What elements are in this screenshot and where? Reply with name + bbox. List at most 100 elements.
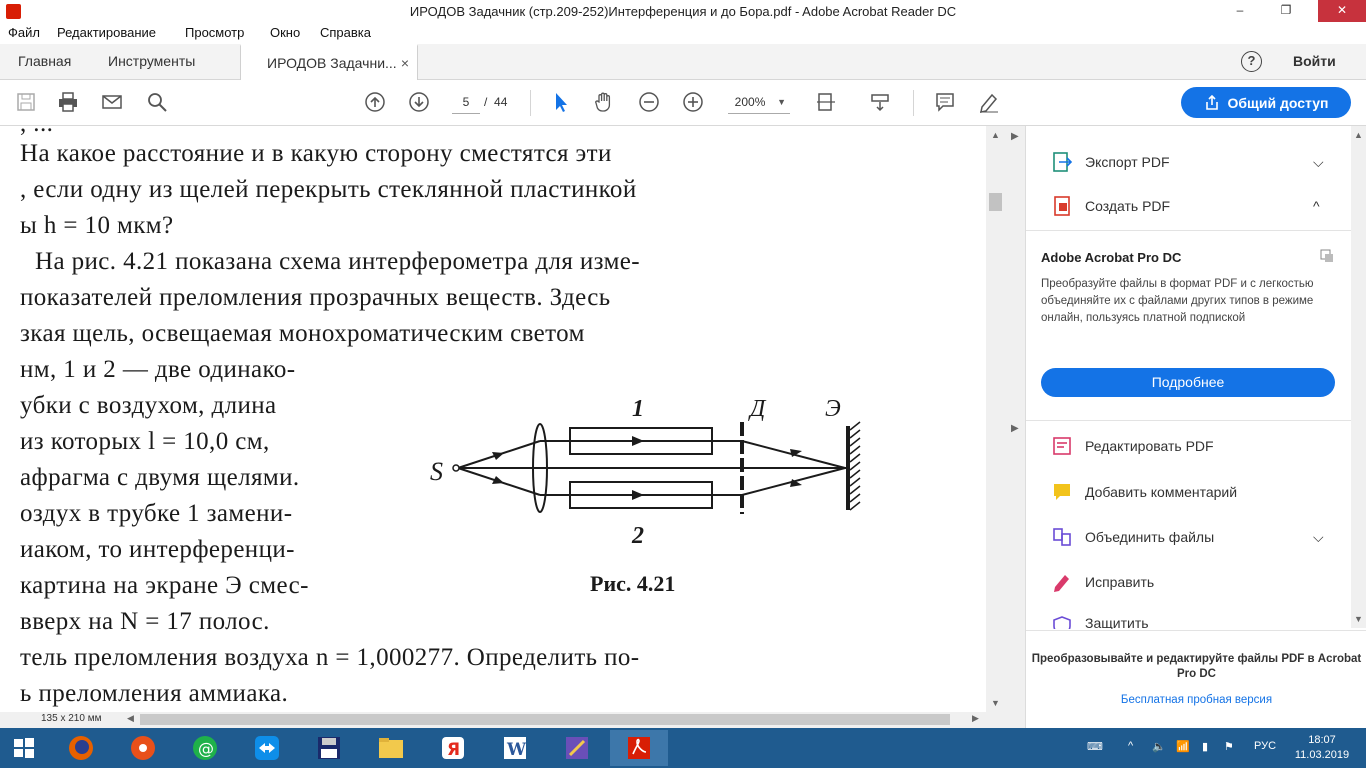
taskbar-teamviewer[interactable] <box>238 730 296 766</box>
panel-toggle-column: ▶ ▶ <box>1005 126 1025 728</box>
share-icon <box>1205 94 1218 110</box>
scroll-left-icon[interactable]: ◀ <box>127 713 134 724</box>
tab-close-icon[interactable]: × <box>401 46 409 80</box>
panel-edit-pdf[interactable]: Редактировать PDF <box>1051 433 1214 459</box>
taskbar-word[interactable]: W <box>486 730 544 766</box>
panel-combine-files[interactable]: Объединить файлы ⌵ <box>1051 524 1324 550</box>
login-button[interactable]: Войти <box>1293 53 1336 69</box>
help-icon[interactable]: ? <box>1241 51 1262 72</box>
sign-icon[interactable] <box>975 88 1003 116</box>
text-line: оздух в трубке 1 замени- <box>20 500 293 527</box>
scroll-down-icon[interactable]: ▼ <box>989 698 1002 708</box>
minimize-button[interactable]: – <box>1224 0 1256 22</box>
hand-icon[interactable] <box>590 88 618 116</box>
share-button[interactable]: Общий доступ <box>1181 87 1351 118</box>
close-button[interactable]: ✕ <box>1318 0 1366 22</box>
maximize-button[interactable]: ❐ <box>1256 0 1316 22</box>
language-indicator[interactable]: РУС <box>1254 740 1276 752</box>
tray-arrow-icon[interactable]: ^ <box>1128 740 1133 752</box>
select-cursor-icon[interactable] <box>547 88 575 116</box>
clock[interactable]: 18:07 11.03.2019 <box>1292 733 1352 763</box>
text-line: , если одну из щелей перекрыть стеклянно… <box>20 176 637 203</box>
taskbar-save[interactable] <box>300 730 358 766</box>
scroll-thumb-horizontal[interactable] <box>140 714 950 725</box>
panel-fix[interactable]: Исправить <box>1051 569 1154 595</box>
chevron-up-icon[interactable]: ^ <box>1313 198 1320 214</box>
svg-text:W: W <box>506 740 527 760</box>
taskbar-app[interactable] <box>114 730 172 766</box>
figure-label-screen: Э <box>825 396 841 422</box>
scroll-up-icon[interactable]: ▲ <box>989 130 1002 140</box>
page-down-icon[interactable] <box>405 88 433 116</box>
folder-icon <box>379 738 403 758</box>
scroll-right-icon[interactable]: ▶ <box>972 713 979 724</box>
menu-view[interactable]: Просмотр <box>185 25 244 40</box>
menu-file[interactable]: Файл <box>8 25 40 40</box>
panel-create-pdf[interactable]: Создать PDF ^ <box>1051 193 1320 219</box>
page-number-input[interactable]: 5 <box>452 90 480 114</box>
panel-add-comment[interactable]: Добавить комментарий <box>1051 479 1237 505</box>
fit-page-icon[interactable] <box>812 88 840 116</box>
text-line: На какое расстояние и в какую сторону см… <box>20 140 612 167</box>
svg-text:@: @ <box>198 739 214 758</box>
text-line: На рис. 4.21 показана схема интерферомет… <box>35 248 641 275</box>
document-view[interactable]: , ... На какое расстояние и в какую стор… <box>0 126 1005 712</box>
shield-icon <box>1053 616 1071 629</box>
taskbar-mail[interactable]: @ <box>176 730 234 766</box>
taskbar-acrobat[interactable] <box>610 730 668 766</box>
print-icon[interactable] <box>54 88 82 116</box>
zoom-out-icon[interactable] <box>635 88 663 116</box>
scroll-down-icon[interactable]: ▼ <box>1354 614 1363 624</box>
read-mode-icon[interactable] <box>866 88 894 116</box>
scroll-thumb[interactable] <box>989 193 1002 211</box>
tools-panel: Экспорт PDF ⌵ Создать PDF ^ Adobe Acroba… <box>1025 126 1366 728</box>
free-trial-link[interactable]: Бесплатная пробная версия <box>1026 694 1366 706</box>
chevron-down-icon: ▼ <box>777 97 786 107</box>
horizontal-scrollbar[interactable]: 135 x 210 мм ◀ ▶ <box>0 712 1005 728</box>
tab-document-label: ИРОДОВ Задачни... <box>267 55 397 71</box>
page-size-label: 135 x 210 мм <box>41 713 102 724</box>
panel-scrollbar[interactable]: ▲ ▼ <box>1351 126 1366 628</box>
collapse-arrow-icon[interactable]: ▶ <box>1011 131 1019 142</box>
panel-export-pdf[interactable]: Экспорт PDF ⌵ <box>1051 149 1324 175</box>
network-icon[interactable]: 📶 <box>1176 740 1190 753</box>
panel-protect[interactable]: Защитить <box>1051 615 1149 629</box>
scroll-up-icon[interactable]: ▲ <box>1354 130 1363 140</box>
battery-icon[interactable]: ▮ <box>1202 740 1208 753</box>
title-bar: ИРОДОВ Задачник (стр.209-252)Интерференц… <box>0 0 1366 24</box>
taskbar-explorer[interactable] <box>362 730 420 766</box>
toolbar <box>0 80 1366 126</box>
menu-edit[interactable]: Редактирование <box>57 25 156 40</box>
edit-pdf-icon <box>1053 437 1071 455</box>
search-icon[interactable] <box>143 88 171 116</box>
figure-caption: Рис. 4.21 <box>590 571 675 596</box>
text-line: из которых l = 10,0 см, <box>20 428 270 455</box>
text-line: картина на экране Э смес- <box>20 572 309 599</box>
comment-icon[interactable] <box>931 88 959 116</box>
save-icon[interactable] <box>12 88 40 116</box>
start-button[interactable] <box>0 730 48 766</box>
zoom-in-icon[interactable] <box>679 88 707 116</box>
taskbar-firefox[interactable] <box>52 730 110 766</box>
vertical-scrollbar[interactable]: ▲ ▼ <box>986 126 1005 712</box>
notification-icon[interactable]: ⚑ <box>1224 740 1234 753</box>
taskbar-pen-app[interactable] <box>548 730 606 766</box>
zoom-select[interactable]: 200% ▼ <box>728 90 790 114</box>
app-icon <box>131 736 155 760</box>
teamviewer-icon <box>255 736 279 760</box>
volume-icon[interactable]: 🔈 <box>1152 740 1166 753</box>
collapse-arrow-icon[interactable]: ▶ <box>1011 423 1019 434</box>
email-icon[interactable] <box>98 88 126 116</box>
menu-window[interactable]: Окно <box>270 25 300 40</box>
page-up-icon[interactable] <box>361 88 389 116</box>
text-line: , ... <box>20 126 53 138</box>
keyboard-icon[interactable]: ⌨ <box>1087 740 1103 753</box>
tab-tools[interactable]: Инструменты <box>108 44 195 80</box>
tab-document[interactable]: ИРОДОВ Задачни... × <box>240 44 418 80</box>
taskbar-yandex[interactable]: Я <box>424 730 482 766</box>
chevron-down-icon[interactable]: ⌵ <box>1313 154 1324 171</box>
learn-more-button[interactable]: Подробнее <box>1041 368 1335 397</box>
menu-help[interactable]: Справка <box>320 25 371 40</box>
tab-home[interactable]: Главная <box>18 44 71 80</box>
chevron-down-icon[interactable]: ⌵ <box>1313 529 1324 546</box>
